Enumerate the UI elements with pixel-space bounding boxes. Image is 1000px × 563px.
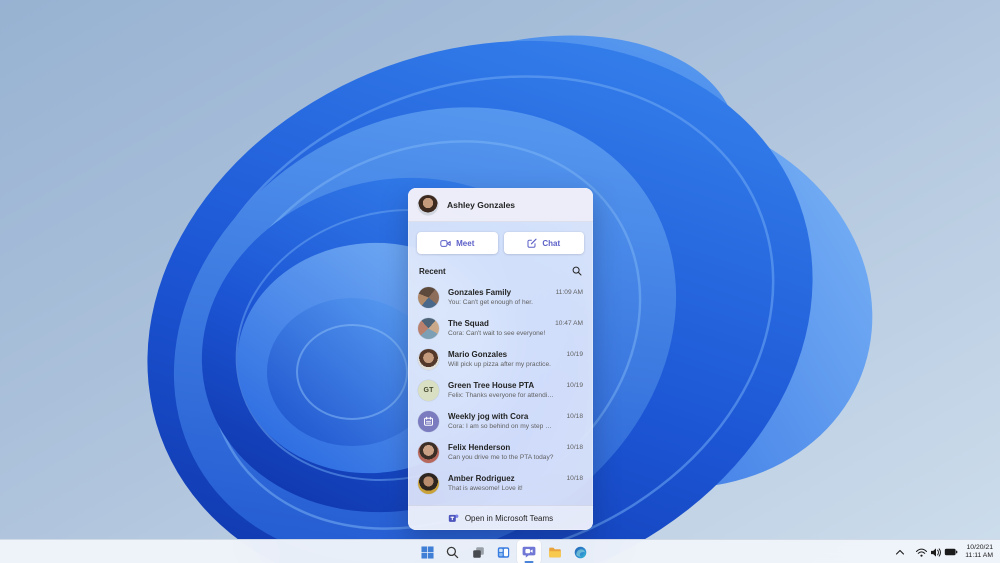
person-avatar <box>418 473 439 494</box>
chat-button[interactable]: Chat <box>503 232 584 254</box>
chat-time: 10/18 <box>566 475 583 482</box>
search-button[interactable] <box>572 266 582 276</box>
chat-name: Felix Henderson <box>448 443 511 452</box>
chat-preview: Cora: I am so behind on my step goals. <box>448 423 555 430</box>
edge-icon <box>574 546 586 558</box>
volume-icon <box>931 547 942 557</box>
search-icon <box>572 266 582 276</box>
chat-time: 10/18 <box>566 413 583 420</box>
start-button[interactable] <box>415 540 439 563</box>
meet-button[interactable]: Meet <box>417 232 498 254</box>
user-avatar[interactable] <box>418 194 438 215</box>
quick-settings[interactable] <box>915 547 958 558</box>
recent-chat-list: Gonzales Family You: Can't get enough of… <box>408 280 593 499</box>
tray-time: 11:11 AM <box>965 552 993 559</box>
meeting-avatar <box>418 411 439 432</box>
meet-button-label: Meet <box>456 238 475 248</box>
person-avatar <box>418 442 439 463</box>
open-in-teams-label: Open in Microsoft Teams <box>464 513 554 523</box>
chat-panel-header: Ashley Gonzales <box>408 188 593 222</box>
tray-date: 10/20/21 <box>966 543 993 551</box>
chat-preview: Will pick up pizza after my practice. <box>448 361 551 368</box>
chat-name: Amber Rodriguez <box>448 474 515 483</box>
avatar-initials: GT <box>423 387 434 394</box>
tray-overflow-button[interactable] <box>892 541 908 563</box>
chat-item-green-tree-house-pta[interactable]: GT Green Tree House PTA Felix: Thanks ev… <box>408 375 593 406</box>
action-button-row: Meet Chat <box>408 222 593 254</box>
calendar-icon <box>424 416 433 426</box>
windows-desktop: Ashley Gonzales Meet Chat Recent Gonzale… <box>0 0 1000 563</box>
taskbar-clock[interactable]: 10/20/21 11:11 AM <box>965 544 996 560</box>
chat-preview: Cora: Can't wait to see everyone! <box>448 330 546 337</box>
taskbar-center-icons <box>415 540 592 563</box>
wifi-icon <box>916 548 928 557</box>
recent-title: Recent <box>419 266 446 276</box>
person-avatar <box>418 349 439 370</box>
search-taskbar-button[interactable] <box>441 540 465 563</box>
start-icon <box>420 545 434 559</box>
widgets-button[interactable] <box>492 540 516 563</box>
chat-time: 10/19 <box>566 351 583 358</box>
open-in-teams-link[interactable]: Open in Microsoft Teams <box>408 505 593 530</box>
initials-avatar: GT <box>418 380 439 401</box>
battery-icon <box>945 548 958 556</box>
edge-button[interactable] <box>568 540 592 563</box>
widgets-icon <box>497 546 510 558</box>
recent-header-row: Recent <box>408 254 593 280</box>
teams-chat-icon <box>522 546 536 558</box>
chat-preview: That is awesome! Love it! <box>448 485 523 492</box>
chat-name: Green Tree House PTA <box>448 381 535 390</box>
chat-item-gonzales-family[interactable]: Gonzales Family You: Can't get enough of… <box>408 282 593 313</box>
user-name: Ashley Gonzales <box>447 199 516 210</box>
teams-chat-flyout: Ashley Gonzales Meet Chat Recent Gonzale… <box>408 188 593 530</box>
task-view-icon <box>472 546 484 558</box>
chat-time: 11:09 AM <box>555 289 583 296</box>
file-explorer-icon <box>548 547 561 557</box>
task-view-button[interactable] <box>466 540 490 563</box>
chat-name: Mario Gonzales <box>448 350 508 359</box>
chat-preview: You: Can't get enough of her. <box>448 299 533 306</box>
chat-item-weekly-jog-with-cora[interactable]: Weekly jog with Cora Cora: I am so behin… <box>408 406 593 437</box>
chat-item-amber-rodriguez[interactable]: Amber Rodriguez That is awesome! Love it… <box>408 468 593 499</box>
chat-button-label: Chat <box>542 238 561 248</box>
teams-chat-taskbar-button[interactable] <box>517 540 541 563</box>
chat-item-mario-gonzales[interactable]: Mario Gonzales Will pick up pizza after … <box>408 344 593 375</box>
group-avatar <box>418 318 439 339</box>
file-explorer-button[interactable] <box>543 540 567 563</box>
chat-time: 10/19 <box>566 382 583 389</box>
search-icon <box>446 546 459 558</box>
chevron-up-icon <box>896 549 905 555</box>
chat-preview: Felix: Thanks everyone for attending tod… <box>448 392 555 399</box>
chat-preview: Can you drive me to the PTA today? <box>448 454 554 461</box>
chat-item-the-squad[interactable]: The Squad Cora: Can't wait to see everyo… <box>408 313 593 344</box>
chat-time: 10:47 AM <box>555 320 583 327</box>
system-tray: 10/20/21 11:11 AM <box>892 540 996 563</box>
chat-time: 10/18 <box>566 444 583 451</box>
chat-item-felix-henderson[interactable]: Felix Henderson Can you drive me to the … <box>408 437 593 468</box>
group-avatar <box>418 287 439 308</box>
chat-name: The Squad <box>448 319 489 328</box>
video-camera-icon <box>440 239 451 247</box>
compose-icon <box>527 238 537 248</box>
chat-name: Weekly jog with Cora <box>448 412 529 421</box>
taskbar: 10/20/21 11:11 AM <box>0 539 1000 563</box>
chat-name: Gonzales Family <box>448 288 512 297</box>
teams-logo-icon <box>448 514 459 522</box>
